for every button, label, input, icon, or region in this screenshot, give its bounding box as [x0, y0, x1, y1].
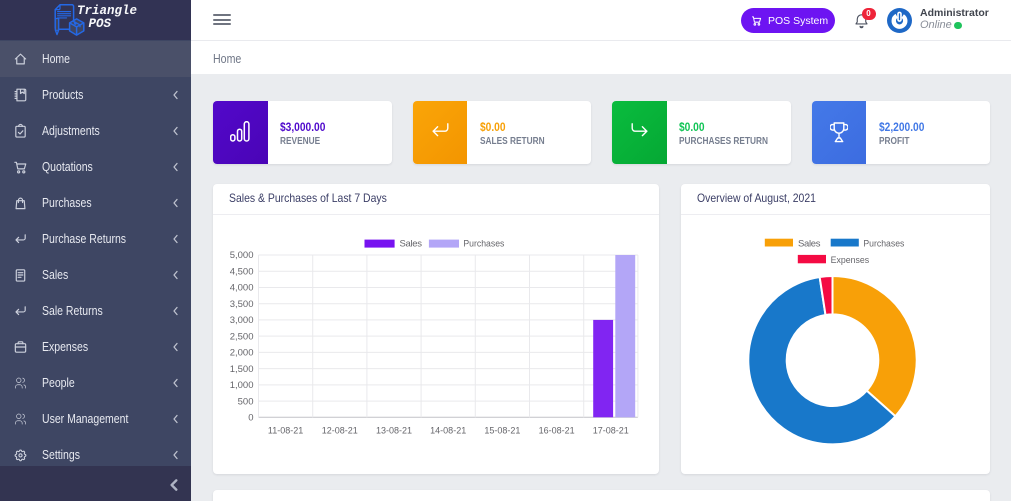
svg-text:3,500: 3,500 [230, 299, 254, 310]
svg-text:1,500: 1,500 [230, 364, 254, 375]
svg-text:15-08-21: 15-08-21 [484, 425, 520, 435]
svg-text:Purchases: Purchases [863, 238, 904, 249]
svg-text:14-08-21: 14-08-21 [430, 425, 466, 435]
svg-text:16-08-21: 16-08-21 [539, 425, 575, 435]
svg-text:13-08-21: 13-08-21 [376, 425, 412, 435]
svg-text:11-08-21: 11-08-21 [268, 425, 303, 435]
svg-text:2,000: 2,000 [230, 348, 254, 359]
svg-text:0: 0 [248, 413, 253, 424]
svg-text:Purchases: Purchases [463, 239, 504, 250]
svg-text:3,000: 3,000 [230, 315, 254, 326]
svg-text:4,000: 4,000 [230, 283, 254, 294]
svg-text:4,500: 4,500 [230, 266, 254, 277]
svg-text:2,500: 2,500 [230, 331, 254, 342]
svg-text:1,000: 1,000 [230, 380, 254, 391]
svg-text:5,000: 5,000 [230, 250, 254, 261]
svg-text:12-08-21: 12-08-21 [322, 425, 358, 435]
svg-text:Sales: Sales [400, 239, 423, 250]
svg-text:17-08-21: 17-08-21 [593, 425, 629, 435]
svg-text:Expenses: Expenses [831, 255, 870, 266]
svg-text:500: 500 [238, 396, 254, 407]
svg-text:Sales: Sales [798, 238, 821, 249]
